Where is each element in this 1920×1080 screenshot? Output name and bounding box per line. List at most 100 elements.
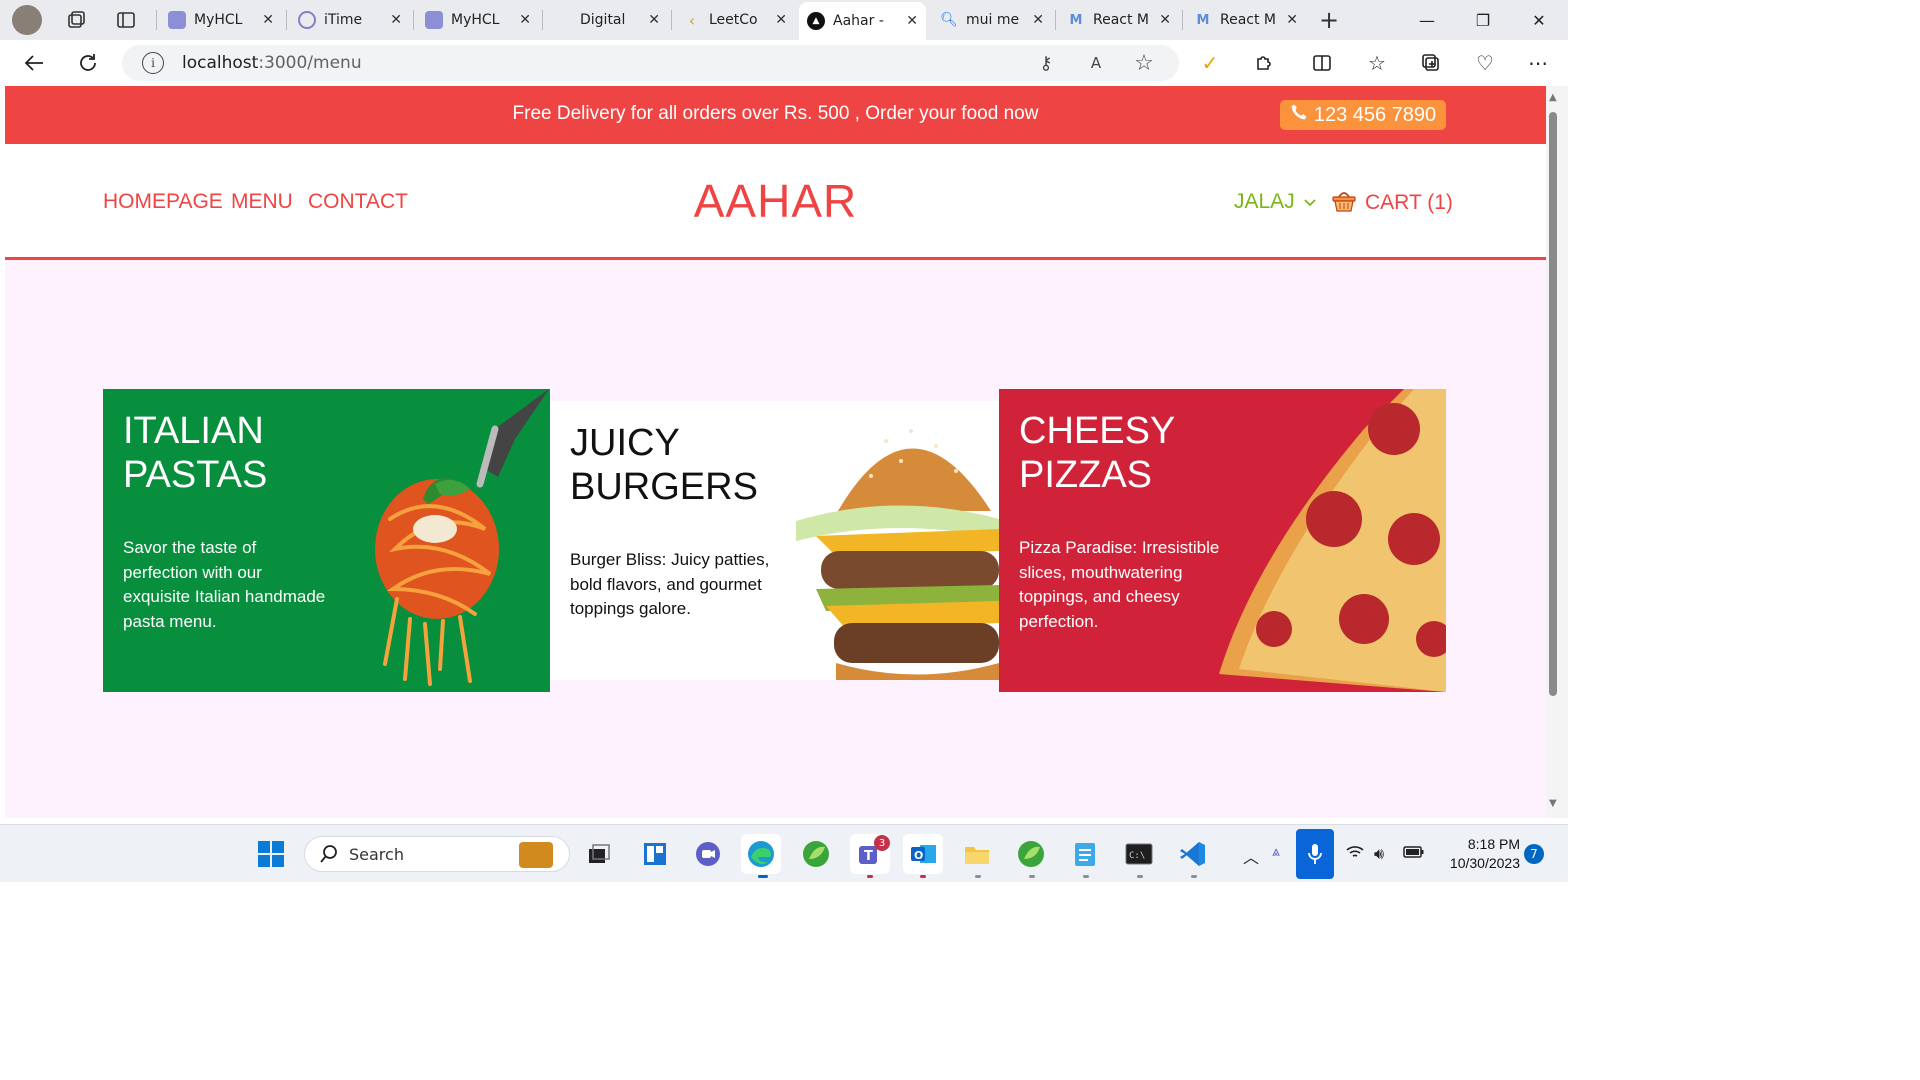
phone-number: 123 456 7890 (1313, 103, 1437, 126)
restore-button[interactable]: ❐ (1463, 6, 1503, 34)
svg-text:T: T (864, 849, 873, 864)
clock-date: 10/30/2023 (1449, 855, 1520, 871)
promo-banner: Free Delivery for all orders over Rs. 50… (5, 86, 1546, 144)
digital-favicon (554, 11, 572, 29)
close-tab-icon[interactable]: ✕ (648, 12, 660, 28)
tray-app-icon[interactable]: ⩓ (1272, 844, 1280, 860)
profile-avatar[interactable] (12, 5, 42, 35)
basket-icon (1331, 187, 1357, 219)
browser-tab[interactable]: M React M ✕ (1186, 5, 1306, 35)
spring-tool-icon-2[interactable] (1011, 834, 1051, 874)
show-hidden-icons-chevron-icon[interactable]: ︿ (1243, 844, 1259, 868)
browser-tab[interactable]: MyHCL ✕ (160, 5, 282, 35)
url-text: localhost:3000/menu (182, 53, 362, 73)
minimize-button[interactable]: — (1407, 6, 1447, 34)
menu-card-pizza[interactable]: CHEESY PIZZAS Pizza Paradise: Irresistibl… (999, 389, 1446, 692)
close-tab-icon[interactable]: ✕ (1286, 12, 1298, 28)
teams-badge: 3 (874, 835, 890, 851)
favorite-star-icon[interactable]: ☆ (1132, 51, 1156, 76)
chat-icon[interactable] (688, 834, 728, 874)
read-aloud-icon[interactable]: A (1084, 51, 1108, 75)
scroll-down-arrow-icon[interactable]: ▼ (1549, 798, 1557, 809)
edge-taskbar-icon[interactable] (741, 834, 781, 874)
notepad-icon[interactable] (1065, 834, 1105, 874)
pasta-image (375, 389, 549, 686)
phone-icon (1290, 103, 1308, 127)
file-explorer-icon[interactable] (957, 834, 997, 874)
terminal-icon[interactable]: C:\ (1119, 834, 1159, 874)
scroll-up-arrow-icon[interactable]: ▲ (1549, 92, 1557, 103)
browser-tab-active[interactable]: ▲ Aahar - ✕ (799, 2, 926, 40)
back-button[interactable] (20, 49, 48, 77)
card-description: Savor the taste of perfection with our e… (123, 538, 326, 631)
address-bar[interactable]: i localhost:3000/menu ⚷ A ☆ (122, 45, 1179, 81)
close-window-button[interactable]: ✕ (1519, 6, 1559, 34)
favorites-icon[interactable]: ☆ (1363, 49, 1391, 77)
user-menu[interactable]: JALAJ (1234, 190, 1317, 214)
extensions-icon[interactable] (1250, 49, 1278, 77)
menu-card-burger[interactable]: JUICY BURGERS Burger Bliss: Juicy patties… (550, 401, 999, 680)
phone-badge[interactable]: 123 456 7890 (1280, 100, 1446, 130)
windows-taskbar: Search T 3 O C:\ ︿ ⩓ 🔊︎ 8:18 PM 10/30/20… (0, 824, 1568, 882)
browser-tab[interactable]: M React M ✕ (1059, 5, 1179, 35)
teams-icon[interactable]: T 3 (850, 834, 890, 874)
mui-favicon: M (1069, 12, 1083, 28)
workspaces-icon[interactable] (64, 8, 88, 32)
card-description: Pizza Paradise: Irresistible slices, mou… (1019, 538, 1220, 631)
browser-tab[interactable]: ‹ LeetCo ✕ (675, 5, 795, 35)
collections-icon[interactable] (1417, 49, 1445, 77)
browser-tab[interactable]: MyHCL ✕ (417, 5, 539, 35)
mui-favicon: M (1196, 12, 1210, 28)
card-title: CHEESY PIZZAS (1019, 410, 1176, 496)
start-button[interactable] (251, 834, 291, 874)
search-icon (319, 844, 339, 868)
close-tab-icon[interactable]: ✕ (1032, 12, 1044, 28)
leetcode-favicon: ‹ (688, 10, 696, 30)
browser-tab[interactable]: Digital ✕ (546, 5, 668, 35)
more-options-icon[interactable]: ⋯ (1524, 49, 1552, 77)
briefcase-icon (519, 842, 553, 868)
split-screen-icon[interactable] (1308, 49, 1336, 77)
site-info-icon[interactable]: i (142, 52, 164, 74)
browser-tab[interactable]: 🔍︎ mui me ✕ (932, 5, 1052, 35)
user-name: JALAJ (1234, 190, 1295, 213)
page-scrollbar[interactable]: ▲ ▼ (1546, 86, 1568, 818)
close-tab-icon[interactable]: ✕ (390, 12, 402, 28)
outlook-icon[interactable]: O (903, 834, 943, 874)
cart-button[interactable]: CART (1) (1331, 187, 1453, 219)
task-view-icon[interactable] (578, 834, 618, 874)
close-tab-icon[interactable]: ✕ (906, 13, 918, 29)
key-icon[interactable]: ⚷ (1034, 51, 1058, 75)
clock-time: 8:18 PM (1467, 836, 1520, 852)
microphone-icon[interactable] (1296, 829, 1334, 879)
refresh-button[interactable] (74, 49, 102, 77)
volume-icon[interactable]: 🔊︎ (1374, 844, 1384, 864)
browser-essentials-icon[interactable]: ♡ (1471, 49, 1499, 77)
card-title: JUICY BURGERS (570, 422, 758, 508)
extension-check-icon[interactable]: ✓ (1196, 49, 1224, 77)
scrollbar-thumb[interactable] (1549, 112, 1557, 696)
search-favicon: 🔍︎ (940, 12, 958, 28)
wifi-icon[interactable] (1346, 844, 1364, 864)
spring-tool-icon[interactable] (796, 834, 836, 874)
close-tab-icon[interactable]: ✕ (775, 12, 787, 28)
notification-badge[interactable]: 7 (1524, 844, 1544, 864)
menu-card-pasta[interactable]: ITALIAN PASTAS Savor the taste of perfect… (103, 389, 550, 692)
site-header: HOMEPAGE MENU CONTACT AAHAR JALAJ CART ( (5, 144, 1546, 260)
close-tab-icon[interactable]: ✕ (519, 12, 531, 28)
widgets-icon[interactable] (635, 834, 675, 874)
system-clock[interactable]: 8:18 PM 10/30/2023 (1440, 835, 1520, 873)
card-description: Burger Bliss: Juicy patties, bold flavor… (570, 550, 770, 618)
vscode-icon[interactable] (1173, 834, 1213, 874)
tab-actions-icon[interactable] (114, 8, 138, 32)
close-tab-icon[interactable]: ✕ (1159, 12, 1171, 28)
aahar-favicon: ▲ (807, 12, 825, 30)
new-tab-button[interactable]: + (1317, 6, 1341, 34)
browser-tab[interactable]: iTime ✕ (290, 5, 410, 35)
svg-text:C:\: C:\ (1129, 851, 1145, 861)
browser-tab-strip: MyHCL ✕ iTime ✕ MyHCL ✕ Digital ✕ ‹ Leet… (0, 0, 1568, 40)
battery-icon[interactable] (1403, 844, 1425, 863)
svg-text:O: O (914, 849, 923, 862)
close-tab-icon[interactable]: ✕ (262, 12, 274, 28)
taskbar-search[interactable]: Search (304, 836, 570, 872)
